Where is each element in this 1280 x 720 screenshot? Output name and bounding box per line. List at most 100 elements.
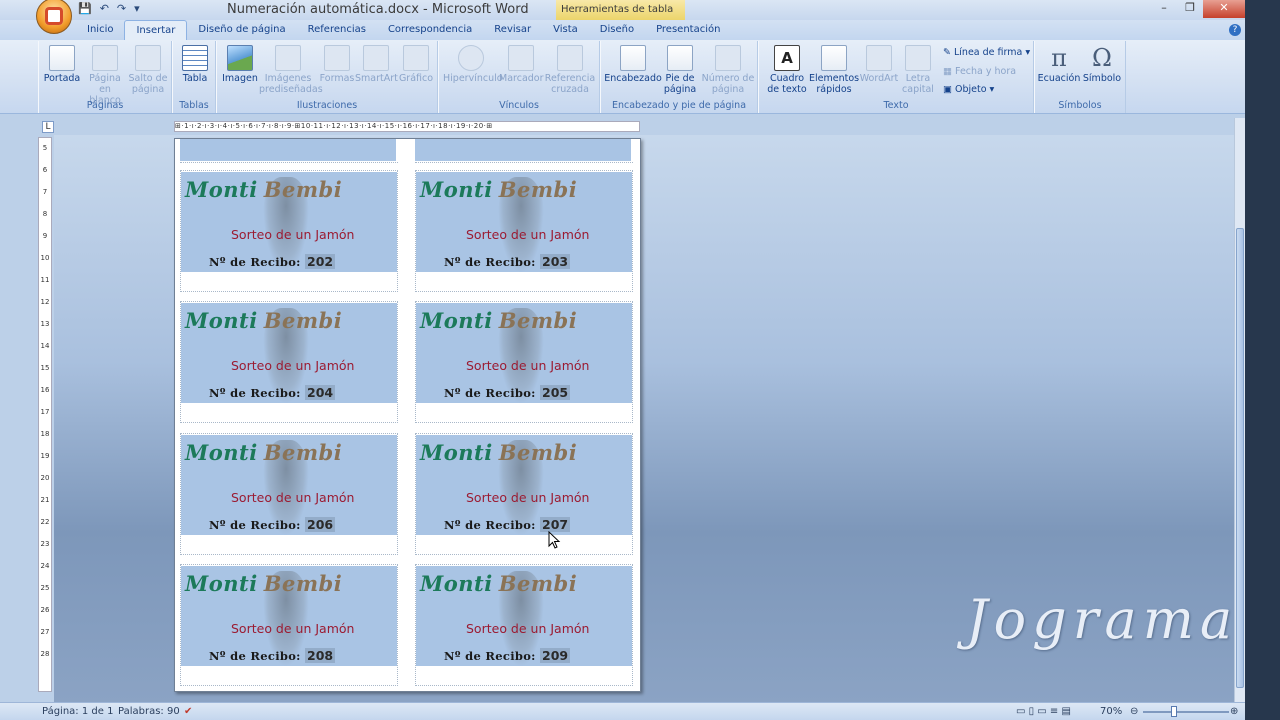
tab-inicio[interactable]: Inicio bbox=[76, 20, 124, 40]
vertical-scrollbar[interactable] bbox=[1234, 118, 1245, 702]
ticket-number[interactable]: 206 bbox=[305, 517, 336, 532]
video-watermark: Jograma bbox=[966, 588, 1239, 651]
ticket-receipt-label: Nº de Recibo: bbox=[209, 255, 301, 269]
ticket-receipt-label: Nº de Recibo: bbox=[444, 255, 536, 269]
group-simbolos: π Ecuación Ω Símbolo Símbolos bbox=[1034, 41, 1126, 113]
help-icon[interactable]: ? bbox=[1229, 24, 1241, 36]
encabezado-button[interactable]: Encabezado bbox=[603, 45, 663, 84]
ticket-number[interactable]: 209 bbox=[540, 648, 571, 663]
tab-revisar[interactable]: Revisar bbox=[483, 20, 542, 40]
tab-diseno[interactable]: Diseño bbox=[589, 20, 645, 40]
undo-icon[interactable]: ↶ bbox=[100, 2, 109, 15]
header-icon bbox=[620, 45, 646, 71]
imagenes-predisenadas-button[interactable]: Imágenes prediseñadas bbox=[259, 45, 323, 95]
ruler-mark: 24 bbox=[40, 562, 50, 570]
formas-button[interactable]: Formas bbox=[319, 45, 355, 84]
zoom-slider-thumb[interactable] bbox=[1171, 706, 1177, 717]
ribbon-tabs: Inicio Insertar Diseño de página Referen… bbox=[0, 20, 1245, 40]
referencia-cruzada-button[interactable]: Referencia cruzada bbox=[543, 45, 597, 95]
pie-de-pagina-button[interactable]: Pie de página bbox=[661, 45, 699, 95]
page-count[interactable]: Página: 1 de 1 bbox=[42, 706, 113, 717]
salto-de-pagina-button[interactable]: Salto de página bbox=[127, 45, 169, 95]
status-bar: Página: 1 de 1 Palabras: 90 ✔ ▭ ▯ ▭ ≡ ▤ … bbox=[0, 702, 1245, 720]
hipervinculo-button[interactable]: Hipervínculo bbox=[443, 45, 503, 84]
tab-presentacion[interactable]: Presentación bbox=[645, 20, 731, 40]
objeto-button[interactable]: ▣ Objeto ▾ bbox=[943, 84, 994, 95]
pagina-en-blanco-button[interactable]: Página en blanco bbox=[83, 45, 127, 106]
zoom-out-icon[interactable]: ⊖ bbox=[1130, 706, 1138, 717]
marcador-button[interactable]: Marcador bbox=[499, 45, 544, 84]
vertical-ruler[interactable]: 5 6 7 8 9 10 11 12 13 14 15 16 17 18 19 … bbox=[38, 137, 52, 692]
pi-icon: π bbox=[1051, 44, 1067, 72]
group-vinculos: Hipervínculo Marcador Referencia cruzada… bbox=[438, 41, 600, 113]
close-button[interactable]: ✕ bbox=[1203, 0, 1245, 18]
ticket-brand: Monti Bembi bbox=[420, 440, 578, 465]
spelling-check-icon[interactable]: ✔ bbox=[184, 706, 192, 717]
bookmark-icon bbox=[508, 45, 534, 71]
zoom-in-icon[interactable]: ⊕ bbox=[1230, 706, 1238, 717]
window-title: Numeración automática.docx - Microsoft W… bbox=[227, 2, 529, 17]
group-texto: A Cuadro de texto Elementos rápidos WordA… bbox=[758, 41, 1034, 113]
chart-icon bbox=[403, 45, 429, 71]
clipart-icon bbox=[275, 45, 301, 71]
ruler-mark: 25 bbox=[40, 584, 50, 592]
ticket-number[interactable]: 203 bbox=[540, 254, 571, 269]
ticket-number[interactable]: 205 bbox=[540, 385, 571, 400]
simbolo-button[interactable]: Ω Símbolo bbox=[1081, 45, 1123, 84]
ecuacion-button[interactable]: π Ecuación bbox=[1037, 45, 1081, 84]
scrollbar-thumb[interactable] bbox=[1236, 228, 1244, 688]
cuadro-de-texto-button[interactable]: A Cuadro de texto bbox=[763, 45, 811, 95]
title-bar: 💾 ↶ ↷ ▾ Numeración automática.docx - Mic… bbox=[0, 0, 1245, 34]
imagen-button[interactable]: Imagen bbox=[221, 45, 259, 84]
fecha-y-hora-button[interactable]: ▦ Fecha y hora bbox=[943, 66, 1016, 77]
zoom-level[interactable]: 70% bbox=[1100, 706, 1122, 717]
numero-de-pagina-button[interactable]: Número de página bbox=[701, 45, 755, 95]
ticket-receipt-label: Nº de Recibo: bbox=[209, 386, 301, 400]
footer-icon bbox=[667, 45, 693, 71]
grafico-button[interactable]: Gráfico bbox=[397, 45, 435, 84]
tabla-button[interactable]: Tabla bbox=[177, 45, 213, 84]
quick-access-toolbar: 💾 ↶ ↷ ▾ bbox=[78, 2, 140, 15]
text-box-icon: A bbox=[774, 45, 800, 71]
horizontal-ruler[interactable]: ⊞·1·ı·2·ı·3·ı·4·ı·5·ı·6·ı·7·ı·8·ı·9·⊞10·… bbox=[174, 121, 640, 132]
ticket-number[interactable]: 208 bbox=[305, 648, 336, 663]
ruler-mark: 22 bbox=[40, 518, 50, 526]
save-icon[interactable]: 💾 bbox=[78, 2, 92, 15]
tab-vista[interactable]: Vista bbox=[542, 20, 589, 40]
linea-de-firma-button[interactable]: ✎ Línea de firma ▾ bbox=[943, 47, 1030, 58]
ticket-number[interactable]: 204 bbox=[305, 385, 336, 400]
redo-icon[interactable]: ↷ bbox=[117, 2, 126, 15]
tab-insertar[interactable]: Insertar bbox=[124, 20, 188, 40]
document-page[interactable]: Monti Bembi Sorteo de un Jamón Nº de Reci… bbox=[174, 138, 641, 692]
ticket-receipt-label: Nº de Recibo: bbox=[209, 649, 301, 663]
tab-correspondencia[interactable]: Correspondencia bbox=[377, 20, 483, 40]
group-paginas: Portada Página en blanco Salto de página… bbox=[38, 41, 172, 113]
letra-capital-button[interactable]: Letra capital bbox=[899, 45, 937, 95]
view-buttons[interactable]: ▭ ▯ ▭ ≡ ▤ bbox=[1016, 706, 1071, 717]
ruler-mark: 5 bbox=[42, 144, 48, 152]
ticket-number[interactable]: 202 bbox=[305, 254, 336, 269]
shapes-icon bbox=[324, 45, 350, 71]
wordart-button[interactable]: WordArt bbox=[859, 45, 899, 84]
cover-page-icon bbox=[49, 45, 75, 71]
ticket-205: Monti Bembi Sorteo de un Jamón Nº de Reci… bbox=[415, 301, 633, 423]
window-controls: – ❐ ✕ bbox=[1151, 0, 1245, 18]
customize-toolbar-icon[interactable]: ▾ bbox=[134, 2, 140, 15]
group-label: Encabezado y pie de página bbox=[611, 100, 747, 111]
tab-referencias[interactable]: Referencias bbox=[297, 20, 377, 40]
ruler-mark: 21 bbox=[40, 496, 50, 504]
tab-diseno-pagina[interactable]: Diseño de página bbox=[187, 20, 296, 40]
blank-page-icon bbox=[92, 45, 118, 71]
portada-button[interactable]: Portada bbox=[43, 45, 81, 84]
ruler-mark: 6 bbox=[42, 166, 48, 174]
zoom-slider-track[interactable] bbox=[1143, 711, 1229, 713]
ticket-brand: Monti Bembi bbox=[185, 177, 343, 202]
group-label: Tablas bbox=[179, 100, 209, 111]
elementos-rapidos-button[interactable]: Elementos rápidos bbox=[809, 45, 859, 95]
ticket-number[interactable]: 207 bbox=[540, 517, 571, 532]
tab-selector[interactable]: L bbox=[42, 121, 54, 133]
restore-button[interactable]: ❐ bbox=[1177, 0, 1203, 18]
smartart-button[interactable]: SmartArt bbox=[355, 45, 398, 84]
word-count[interactable]: Palabras: 90 bbox=[118, 706, 180, 717]
minimize-button[interactable]: – bbox=[1151, 0, 1177, 18]
